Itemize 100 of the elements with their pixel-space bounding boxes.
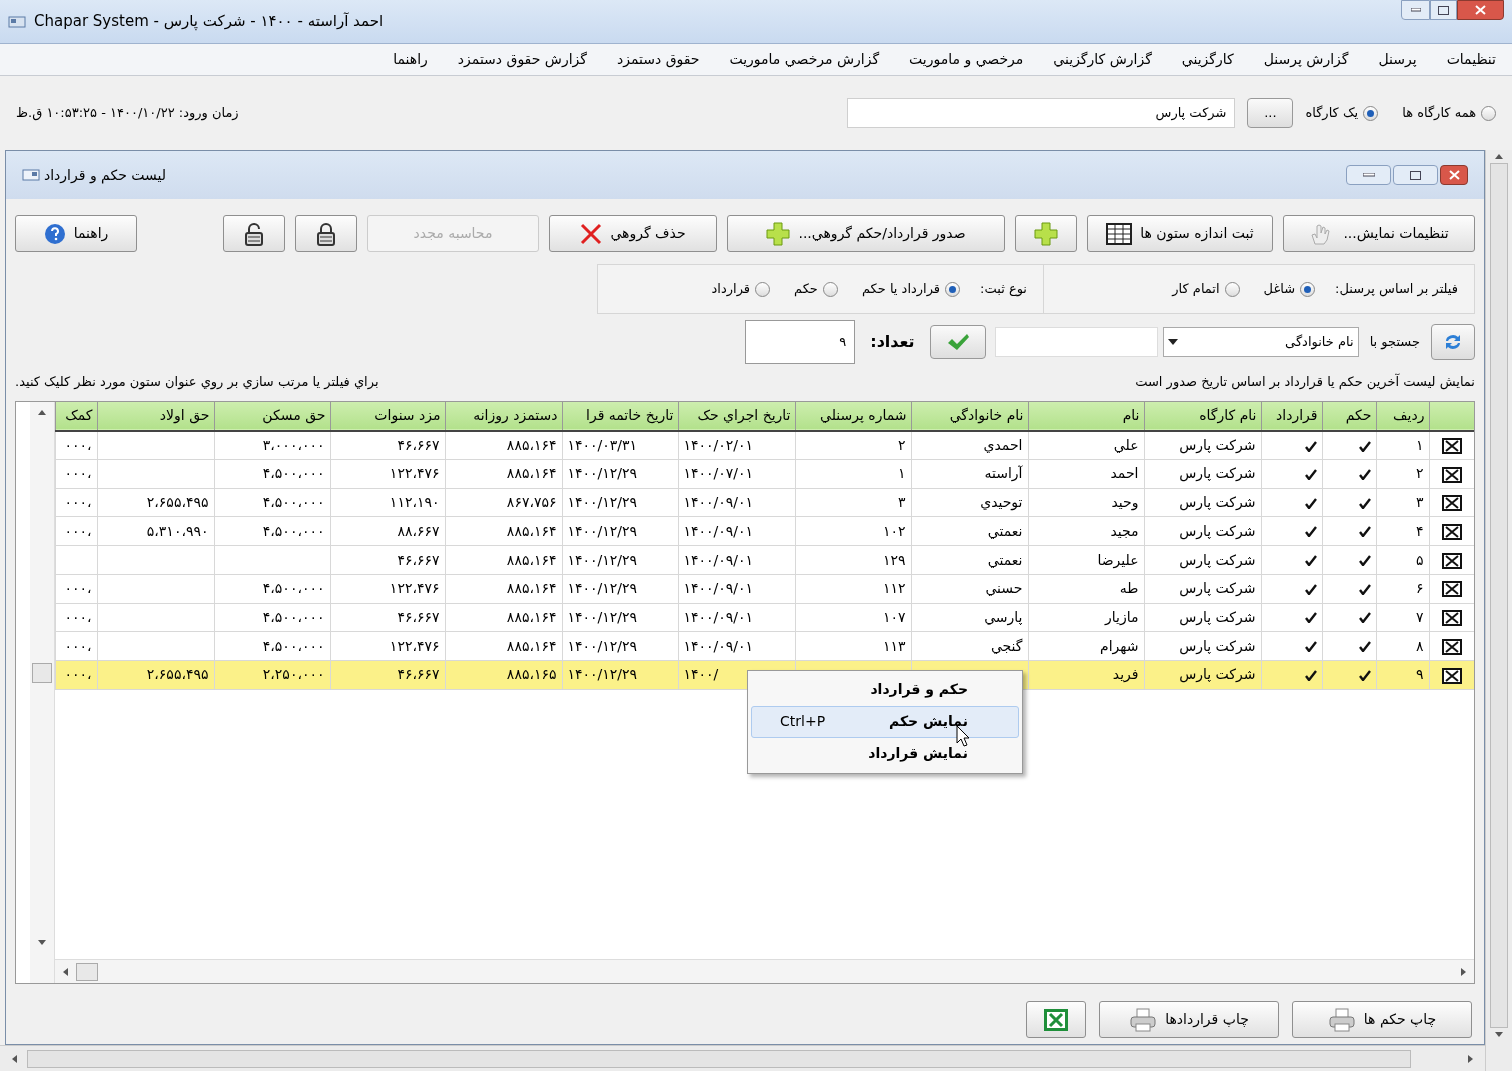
- printer-icon: [1129, 1007, 1158, 1032]
- radio-label[interactable]: قرارداد: [711, 279, 750, 299]
- column-header[interactable]: نام: [1028, 401, 1144, 431]
- workshop-field[interactable]: شرکت پارس: [847, 98, 1236, 128]
- table-cell: گنجي: [990, 637, 1023, 654]
- menu-item[interactable]: تنظیمات: [1446, 49, 1496, 70]
- menu-item[interactable]: گزارش مرخصي ماموريت: [729, 49, 880, 70]
- context-menu-item[interactable]: حکم و قرارداد: [751, 673, 1019, 706]
- browse-button[interactable]: ...: [1247, 98, 1294, 128]
- lock-button[interactable]: [295, 215, 357, 252]
- table-row[interactable]: ۶ شرکت پارس طه حسني ۱۱۲ ۱۴۰۰/۰۹/۰۱ ۱۴۰۰/۱۲/۲۹ ۸۸۵،۱۶۴ ۱۲۲،۴۷۶ ۴،۵۰۰،۰۰۰ ،۰۰۰: [55, 574, 1474, 604]
- delete-box-icon[interactable]: [1441, 667, 1462, 684]
- table-cell: ،۰۰۰: [64, 637, 92, 654]
- table-cell: ۸: [1415, 637, 1424, 654]
- excel-export-button[interactable]: [1026, 1001, 1086, 1038]
- delete-box-icon[interactable]: [1441, 495, 1462, 512]
- close-button[interactable]: [1457, 0, 1504, 20]
- delete-box-icon[interactable]: [1441, 610, 1462, 627]
- group-delete-button[interactable]: حذف گروهي: [549, 215, 717, 252]
- vertical-scrollbar[interactable]: [30, 401, 55, 983]
- menu-item[interactable]: راهنما: [393, 49, 428, 70]
- radio-label[interactable]: قرارداد يا حکم: [861, 279, 941, 299]
- print-button[interactable]: چاپ قراردادها: [1099, 1001, 1279, 1038]
- table-cell: ۴،۵۰۰،۰۰۰: [262, 494, 325, 511]
- table-row[interactable]: ۲ شرکت پارس احمد آراسته ۱ ۱۴۰۰/۰۷/۰۱ ۱۴۰۰/۱۲/۲۹ ۸۸۵،۱۶۴ ۱۲۲،۴۷۶ ۴،۵۰۰،۰۰۰ ،۰۰۰: [55, 459, 1474, 489]
- group-issue-button[interactable]: صدور قرارداد/حکم گروهي...: [727, 215, 1005, 252]
- restore-button[interactable]: [1393, 165, 1438, 185]
- scrollbar-thumb[interactable]: [76, 962, 98, 981]
- search-confirm-button[interactable]: [929, 325, 986, 359]
- column-header[interactable]: دستمزد روزانه: [445, 401, 562, 431]
- column-header[interactable]: نام خانوادگي: [911, 401, 1028, 431]
- delete-box-icon[interactable]: [1441, 638, 1462, 655]
- radio-label[interactable]: يک کارگاه: [1305, 103, 1359, 123]
- menu-item[interactable]: کارگزيني: [1181, 49, 1234, 70]
- delete-box-icon[interactable]: [1441, 581, 1462, 598]
- menu-item[interactable]: حقوق دستمزد: [616, 49, 700, 70]
- table-cell: ۱۴۰۰/۱۲/۲۹: [567, 608, 638, 625]
- radio-button[interactable]: [1300, 281, 1316, 297]
- maximize-button[interactable]: [1430, 0, 1457, 20]
- menu-item[interactable]: گزارش پرسنل: [1263, 49, 1349, 70]
- delete-box-icon[interactable]: [1441, 524, 1462, 541]
- radio-label[interactable]: حکم: [794, 279, 818, 299]
- table-cell: ۱۲۲،۴۷۶: [389, 465, 440, 482]
- table-row[interactable]: ۱ شرکت پارس علي احمدي ۲ ۱۴۰۰/۰۲/۰۱ ۱۴۰۰/۰۳/۳۱ ۸۸۵،۱۶۴ ۴۶،۶۶۷ ۳،۰۰۰،۰۰۰ ،۰۰۰: [55, 430, 1474, 460]
- save-column-size-button[interactable]: ثبت اندازه ستون ها: [1087, 215, 1273, 252]
- radio-label[interactable]: شاغل: [1263, 279, 1296, 299]
- delete-box-icon[interactable]: [1441, 438, 1462, 455]
- app-icon: [8, 14, 26, 29]
- column-header[interactable]: قرارداد: [1261, 401, 1322, 431]
- search-field-dropdown[interactable]: نام خانوادگی: [1162, 327, 1359, 357]
- column-header[interactable]: رديف: [1376, 401, 1429, 431]
- radio-button[interactable]: [755, 281, 770, 297]
- menu-item[interactable]: پرسنل: [1378, 49, 1417, 70]
- radio-button[interactable]: [1481, 105, 1496, 121]
- radio-button[interactable]: [1224, 281, 1240, 297]
- horizontal-scrollbar[interactable]: [55, 959, 1474, 983]
- table-row[interactable]: ۷ شرکت پارس مازيار پارسي ۱۰۷ ۱۴۰۰/۰۹/۰۱ ۱۴۰۰/۱۲/۲۹ ۸۸۵،۱۶۴ ۴۶،۶۶۷ ۴،۵۰۰،۰۰۰ ،۰۰۰: [55, 603, 1474, 632]
- table-row[interactable]: ۵ شرکت پارس عليرضا نعمتي ۱۲۹ ۱۴۰۰/۰۹/۰۱ ۱۴۰۰/۱۲/۲۹ ۸۸۵،۱۶۴ ۴۶،۶۶۷: [55, 545, 1474, 575]
- table-row[interactable]: ۸ شرکت پارس شهرام گنجي ۱۱۳ ۱۴۰۰/۰۹/۰۱ ۱۴۰۰/۱۲/۲۹ ۸۸۵،۱۶۴ ۱۲۲،۴۷۶ ۴،۵۰۰،۰۰۰ ،۰۰۰: [55, 631, 1474, 661]
- display-settings-button[interactable]: تنظيمات نمايش...: [1283, 215, 1475, 252]
- print-button[interactable]: چاپ حکم ها: [1292, 1001, 1472, 1038]
- context-menu-item[interactable]: نمايش قرارداد: [751, 737, 1019, 770]
- table-cell: ۱۴۰۰/۱۲/۲۹: [567, 637, 638, 654]
- add-button[interactable]: [1015, 215, 1077, 252]
- table-cell: ۴: [1415, 522, 1424, 539]
- column-header[interactable]: تاريخ خاتمه قرا: [562, 401, 678, 431]
- column-header[interactable]: حق اولاد: [97, 401, 214, 431]
- column-header[interactable]: شماره پرسنلي: [795, 401, 911, 431]
- radio-button[interactable]: [1363, 105, 1379, 121]
- unlock-button[interactable]: [223, 215, 285, 252]
- table-row[interactable]: ۴ شرکت پارس مجيد نعمتي ۱۰۲ ۱۴۰۰/۰۹/۰۱ ۱۴۰۰/۱۲/۲۹ ۸۸۵،۱۶۴ ۸۸،۶۶۷ ۴،۵۰۰،۰۰۰ ۵،۳۱۰،۹۹۰ ،۰۰۰: [55, 517, 1474, 546]
- scrollbar-thumb[interactable]: [32, 662, 52, 683]
- menu-item[interactable]: گزارش حقوق دستمزد: [457, 49, 587, 70]
- column-header[interactable]: مزد سنوات: [330, 401, 445, 431]
- help-button[interactable]: راهنما: [15, 215, 137, 252]
- column-header[interactable]: حق مسکن: [214, 401, 330, 431]
- count-field[interactable]: ۹: [745, 320, 856, 364]
- table-cell: ۱۴۰۰/۱۲/۲۹: [567, 551, 638, 568]
- table-cell: ۱۴۰۰/۱۲/۲۹: [567, 666, 638, 683]
- search-input[interactable]: [994, 327, 1158, 357]
- table-cell: ۴،۵۰۰،۰۰۰: [262, 580, 325, 597]
- radio-label[interactable]: اتمام کار: [1172, 279, 1220, 299]
- radio-label[interactable]: همه کارگاه ها: [1402, 103, 1476, 123]
- table-cell: شهرام: [1100, 637, 1139, 654]
- scrollbar-thumb[interactable]: [27, 1049, 1411, 1068]
- horizontal-scrollbar[interactable]: [0, 1045, 1485, 1071]
- column-header[interactable]: تاريخ اجراي حک: [678, 401, 795, 431]
- scrollbar-thumb[interactable]: [1490, 163, 1508, 1028]
- vertical-scrollbar[interactable]: [1485, 150, 1512, 1071]
- radio-button[interactable]: [822, 281, 838, 297]
- refresh-button[interactable]: [1431, 324, 1475, 360]
- table-row[interactable]: ۳ شرکت پارس وحيد توحيدي ۳ ۱۴۰۰/۰۹/۰۱ ۱۴۰۰/۱۲/۲۹ ۸۶۷،۷۵۶ ۱۱۲،۱۹۰ ۴،۵۰۰،۰۰۰ ۲،۶۵۵،۴۹۵ ،۰۰۰: [55, 488, 1474, 517]
- close-button[interactable]: [1440, 165, 1468, 185]
- menu-item[interactable]: مرخصي و ماموريت: [909, 49, 1024, 70]
- column-header[interactable]: نام کارگاه: [1144, 401, 1261, 431]
- delete-box-icon[interactable]: [1441, 466, 1462, 483]
- delete-box-icon[interactable]: [1441, 552, 1462, 569]
- menu-item[interactable]: گزارش کارگزيني: [1053, 49, 1152, 70]
- column-header[interactable]: حکم: [1322, 401, 1376, 431]
- radio-button[interactable]: [945, 281, 961, 297]
